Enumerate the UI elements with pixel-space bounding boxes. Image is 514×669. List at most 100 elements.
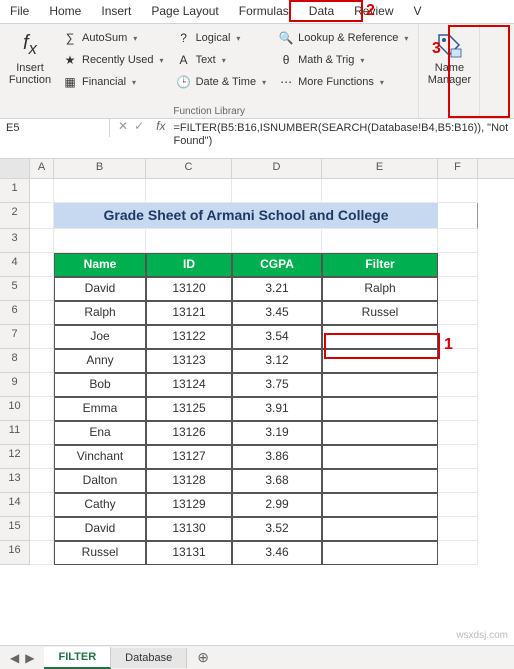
- cell-cgpa[interactable]: 2.99: [232, 493, 322, 517]
- cell[interactable]: [438, 229, 478, 253]
- cell-name[interactable]: David: [54, 517, 146, 541]
- cell-id[interactable]: 13129: [146, 493, 232, 517]
- cell-cgpa[interactable]: 3.52: [232, 517, 322, 541]
- financial-button[interactable]: ▦Financial▾: [58, 72, 168, 92]
- row-header[interactable]: 16: [0, 541, 30, 565]
- cell[interactable]: [438, 301, 478, 325]
- more-functions-button[interactable]: ⋯More Functions▾: [274, 72, 412, 92]
- header-filter[interactable]: Filter: [322, 253, 438, 277]
- cell-name[interactable]: Anny: [54, 349, 146, 373]
- cell-cgpa[interactable]: 3.75: [232, 373, 322, 397]
- header-id[interactable]: ID: [146, 253, 232, 277]
- cell-filter[interactable]: [322, 445, 438, 469]
- cell-id[interactable]: 13122: [146, 325, 232, 349]
- row-header[interactable]: 11: [0, 421, 30, 445]
- text-button[interactable]: AText▾: [172, 50, 271, 70]
- cell-name[interactable]: Russel: [54, 541, 146, 565]
- cell-name[interactable]: Joe: [54, 325, 146, 349]
- logical-button[interactable]: ?Logical▾: [172, 28, 271, 48]
- formula-bar[interactable]: =FILTER(B5:B16,ISNUMBER(SEARCH(Database!…: [169, 119, 514, 151]
- cell[interactable]: [30, 397, 54, 421]
- cell-filter[interactable]: [322, 397, 438, 421]
- cell-cgpa[interactable]: 3.45: [232, 301, 322, 325]
- tab-data[interactable]: Data: [299, 0, 344, 23]
- row-header[interactable]: 2: [0, 203, 30, 229]
- cell[interactable]: [30, 179, 54, 203]
- prev-sheet-icon[interactable]: ◀: [10, 651, 19, 665]
- cell[interactable]: [438, 421, 478, 445]
- cell-name[interactable]: Cathy: [54, 493, 146, 517]
- name-manager-button[interactable]: NameManager: [423, 26, 475, 90]
- cell-cgpa[interactable]: 3.91: [232, 397, 322, 421]
- col-header-d[interactable]: D: [232, 159, 322, 178]
- cell-filter[interactable]: [322, 541, 438, 565]
- cell-id[interactable]: 13125: [146, 397, 232, 421]
- cell[interactable]: [438, 253, 478, 277]
- cell-cgpa[interactable]: 3.12: [232, 349, 322, 373]
- cell[interactable]: [54, 229, 146, 253]
- cell[interactable]: [30, 517, 54, 541]
- tab-view[interactable]: V: [404, 0, 432, 23]
- cell[interactable]: [438, 397, 478, 421]
- name-box[interactable]: E5: [0, 119, 110, 137]
- cell[interactable]: [232, 229, 322, 253]
- cell[interactable]: [438, 493, 478, 517]
- cell-cgpa[interactable]: 3.46: [232, 541, 322, 565]
- header-cgpa[interactable]: CGPA: [232, 253, 322, 277]
- cell[interactable]: [438, 203, 478, 229]
- cell[interactable]: [30, 421, 54, 445]
- tab-file[interactable]: File: [0, 0, 39, 23]
- cell-filter[interactable]: [322, 373, 438, 397]
- cell-id[interactable]: 13127: [146, 445, 232, 469]
- cell-id[interactable]: 13131: [146, 541, 232, 565]
- cell-id[interactable]: 13120: [146, 277, 232, 301]
- cell-cgpa[interactable]: 3.54: [232, 325, 322, 349]
- cell-id[interactable]: 13128: [146, 469, 232, 493]
- cell-cgpa[interactable]: 3.19: [232, 421, 322, 445]
- cell[interactable]: [438, 517, 478, 541]
- col-header-f[interactable]: F: [438, 159, 478, 178]
- cell[interactable]: [438, 325, 478, 349]
- cell[interactable]: [322, 229, 438, 253]
- cancel-icon[interactable]: ✕: [118, 119, 128, 133]
- enter-icon[interactable]: ✓: [134, 119, 144, 133]
- cell[interactable]: [30, 469, 54, 493]
- cell-id[interactable]: 13123: [146, 349, 232, 373]
- cell[interactable]: [438, 541, 478, 565]
- col-header-c[interactable]: C: [146, 159, 232, 178]
- row-header[interactable]: 13: [0, 469, 30, 493]
- tab-review[interactable]: Review: [344, 0, 403, 23]
- date-time-button[interactable]: 🕒Date & Time▾: [172, 72, 271, 92]
- row-header[interactable]: 12: [0, 445, 30, 469]
- cell[interactable]: [30, 229, 54, 253]
- sheet-tab-database[interactable]: Database: [111, 648, 187, 668]
- row-header[interactable]: 6: [0, 301, 30, 325]
- row-header[interactable]: 7: [0, 325, 30, 349]
- sheet-tab-filter[interactable]: FILTER: [44, 647, 111, 669]
- cell[interactable]: [30, 277, 54, 301]
- header-name[interactable]: Name: [54, 253, 146, 277]
- cell-name[interactable]: Ena: [54, 421, 146, 445]
- row-header[interactable]: 3: [0, 229, 30, 253]
- cell[interactable]: [30, 349, 54, 373]
- tab-insert[interactable]: Insert: [91, 0, 141, 23]
- col-header-b[interactable]: B: [54, 159, 146, 178]
- cell-cgpa[interactable]: 3.68: [232, 469, 322, 493]
- cell-filter[interactable]: [322, 325, 438, 349]
- cell-name[interactable]: Bob: [54, 373, 146, 397]
- recently-used-button[interactable]: ★Recently Used▾: [58, 50, 168, 70]
- row-header[interactable]: 1: [0, 179, 30, 203]
- tab-formulas[interactable]: Formulas: [229, 0, 299, 23]
- cell[interactable]: [30, 541, 54, 565]
- cell[interactable]: [30, 203, 54, 229]
- insert-function-button[interactable]: fx InsertFunction: [4, 26, 56, 116]
- cell[interactable]: [438, 349, 478, 373]
- cell-filter[interactable]: [322, 493, 438, 517]
- row-header[interactable]: 4: [0, 253, 30, 277]
- col-header-e[interactable]: E: [322, 159, 438, 178]
- tab-home[interactable]: Home: [39, 0, 91, 23]
- cell[interactable]: [438, 445, 478, 469]
- row-header[interactable]: 10: [0, 397, 30, 421]
- cell[interactable]: [30, 373, 54, 397]
- cell[interactable]: [322, 179, 438, 203]
